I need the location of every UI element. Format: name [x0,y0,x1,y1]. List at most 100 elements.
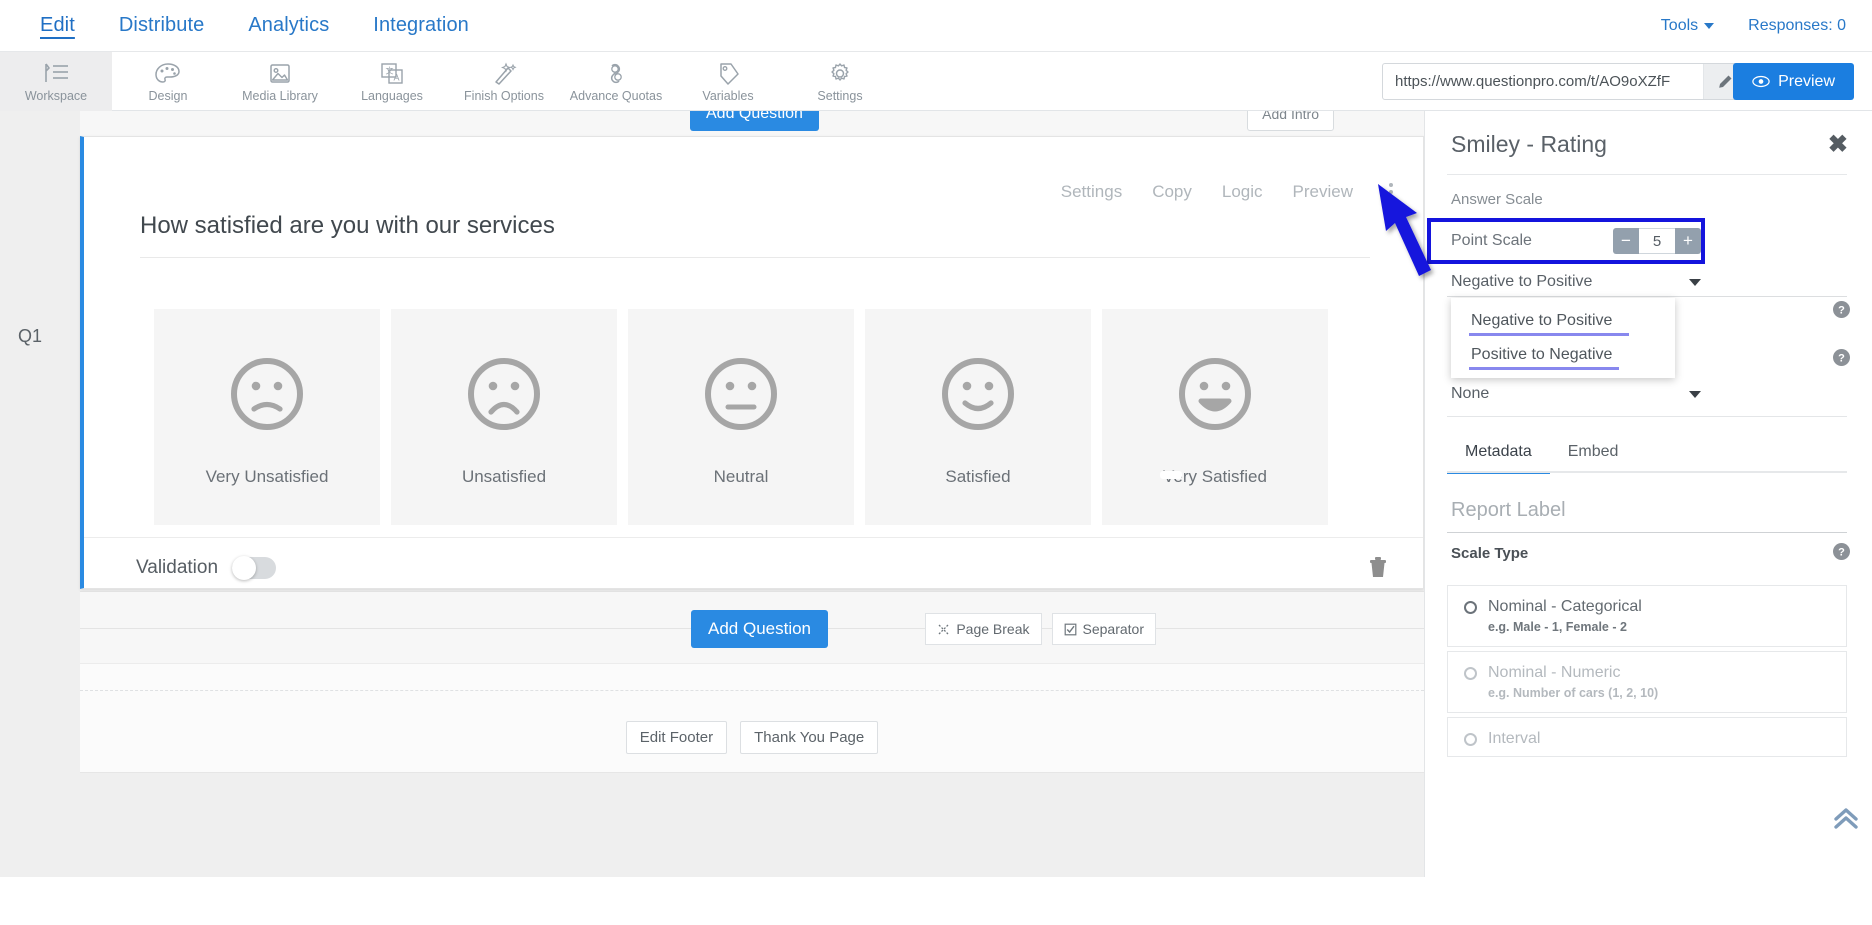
bottom-strip [0,877,1872,925]
panel-tabs-underline [1447,471,1847,473]
svg-text:A: A [394,72,400,82]
smiley-option-unsatisfied[interactable]: Unsatisfied [391,309,617,525]
question-preview-link[interactable]: Preview [1293,182,1353,202]
top-navigation-bar: Edit Distribute Analytics Integration To… [0,0,1872,52]
scale-direction-underline [1447,296,1847,297]
question-settings-panel: Smiley - Rating ✖ Answer Scale Point Sca… [1424,111,1872,925]
top-nav-items: Edit Distribute Analytics Integration [0,14,491,37]
question-copy-link[interactable]: Copy [1152,182,1192,202]
radio-button-icon[interactable] [1464,601,1477,614]
nav-item-integration[interactable]: Integration [351,14,491,37]
report-label-input[interactable]: Report Label [1451,499,1566,522]
image-icon [265,61,295,87]
page-break-label: Page Break [956,621,1029,637]
validation-toggle[interactable] [232,557,276,579]
dropdown-option-underline [1469,367,1619,370]
smiley-option-very-unsatisfied[interactable]: Very Unsatisfied [154,309,380,525]
scroll-to-top-button[interactable] [1832,806,1860,837]
toolbar-label-settings: Settings [817,90,862,103]
scale-type-option-interval[interactable]: Interval [1447,717,1847,757]
pencil-icon [1717,74,1733,90]
svg-text:?: ? [1838,304,1845,316]
preview-button[interactable]: Preview [1733,63,1854,100]
toolbar-item-variables[interactable]: Variables [672,52,784,111]
point-scale-decrement-button[interactable]: − [1613,228,1639,254]
translate-icon: 文 A [377,61,407,87]
toolbar-item-languages[interactable]: 文 A Languages [336,52,448,111]
scale-type-option-nominal-categorical[interactable]: Nominal - Categorical e.g. Male - 1, Fem… [1447,585,1847,647]
link-icon [601,61,631,87]
question-more-menu-icon[interactable] [1383,181,1399,203]
chevron-down-icon [1689,391,1701,398]
responses-counter: Responses: 0 [1748,17,1846,35]
workspace-icon [41,61,71,87]
radio-button-icon[interactable] [1464,667,1477,680]
tools-menu[interactable]: Tools [1661,17,1714,35]
toolbar-item-workspace[interactable]: Workspace [0,52,112,111]
video-selected-value: None [1451,385,1489,403]
separator-button[interactable]: Separator [1052,613,1156,645]
editor-toolbar: Workspace Design Media Library 文 A [0,52,1872,111]
delete-question-button[interactable] [1367,555,1389,584]
tag-icon [713,61,743,87]
add-intro-button[interactable]: Add Intro [1247,111,1334,131]
question-logic-link[interactable]: Logic [1222,182,1263,202]
toolbar-item-finish-options[interactable]: Finish Options [448,52,560,111]
scale-direction-dropdown-menu: Negative to Positive Positive to Negativ… [1451,298,1675,378]
preview-button-label: Preview [1778,73,1835,91]
point-scale-increment-button[interactable]: + [1675,228,1701,254]
nav-item-analytics[interactable]: Analytics [226,14,351,37]
toolbar-label-media-library: Media Library [242,90,318,103]
tab-metadata[interactable]: Metadata [1447,433,1550,474]
tab-embed[interactable]: Embed [1550,433,1637,474]
svg-text:?: ? [1838,352,1845,364]
smiley-option-very-satisfied[interactable]: Very Satisfied [1102,309,1328,525]
point-scale-value[interactable]: 5 [1639,228,1675,254]
validation-row: Validation [136,557,276,579]
trash-icon [1367,555,1389,579]
eye-icon [1752,75,1770,88]
nav-item-distribute[interactable]: Distribute [97,14,226,37]
close-icon[interactable]: ✖ [1828,133,1848,157]
panel-tabs: Metadata Embed [1447,433,1847,474]
question-title[interactable]: How satisfied are you with our services [140,212,555,240]
survey-url-field[interactable]: https://www.questionpro.com/t/AO9oXZfF [1382,63,1746,100]
scale-type-option-nominal-numeric[interactable]: Nominal - Numeric e.g. Number of cars (1… [1447,651,1847,713]
question-mark-icon[interactable]: ? [1833,543,1850,565]
edit-footer-button[interactable]: Edit Footer [626,721,727,754]
toolbar-label-finish-options: Finish Options [464,90,544,103]
scale-type-row: Nominal - Numeric [1464,664,1830,682]
top-add-bar: Add Question Add Intro [80,111,1424,137]
question-action-row: Settings Copy Logic Preview [1061,181,1399,203]
scale-direction-select[interactable]: Negative to Positive [1451,267,1701,297]
scale-type-example: e.g. Male - 1, Female - 2 [1488,620,1830,634]
video-select-underline [1447,416,1847,417]
validation-toggle-knob [232,556,256,580]
toolbar-label-advance-quotas: Advance Quotas [570,90,662,103]
smiley-option-satisfied[interactable]: Satisfied [865,309,1091,525]
question-mark-icon[interactable]: ? [1833,301,1850,323]
dropdown-option-negative-to-positive[interactable]: Negative to Positive [1451,304,1675,338]
question-title-divider [140,257,1370,258]
smiling-face-icon [935,351,1021,437]
radio-button-icon[interactable] [1464,733,1477,746]
toolbar-item-media-library[interactable]: Media Library [224,52,336,111]
dropdown-option-positive-to-negative[interactable]: Positive to Negative [1451,338,1675,372]
add-question-button[interactable]: Add Question [691,610,828,648]
scale-type-row: Interval [1464,730,1830,748]
smiley-label-unsatisfied: Unsatisfied [462,467,546,487]
question-settings-link[interactable]: Settings [1061,182,1122,202]
page-break-button[interactable]: Page Break [925,613,1041,645]
frowning-face-icon [224,351,310,437]
validation-label: Validation [136,557,218,579]
video-select[interactable]: None [1451,379,1701,409]
toolbar-item-advance-quotas[interactable]: Advance Quotas [560,52,672,111]
nav-item-edit[interactable]: Edit [18,14,97,37]
smiley-option-neutral[interactable]: Neutral [628,309,854,525]
toolbar-item-settings[interactable]: Settings [784,52,896,111]
toolbar-item-design[interactable]: Design [112,52,224,111]
smiley-options-row: Very Unsatisfied Unsatisfied [154,309,1328,525]
add-question-button-top[interactable]: Add Question [690,111,819,131]
question-mark-icon[interactable]: ? [1833,349,1850,371]
thank-you-page-button[interactable]: Thank You Page [740,721,878,754]
